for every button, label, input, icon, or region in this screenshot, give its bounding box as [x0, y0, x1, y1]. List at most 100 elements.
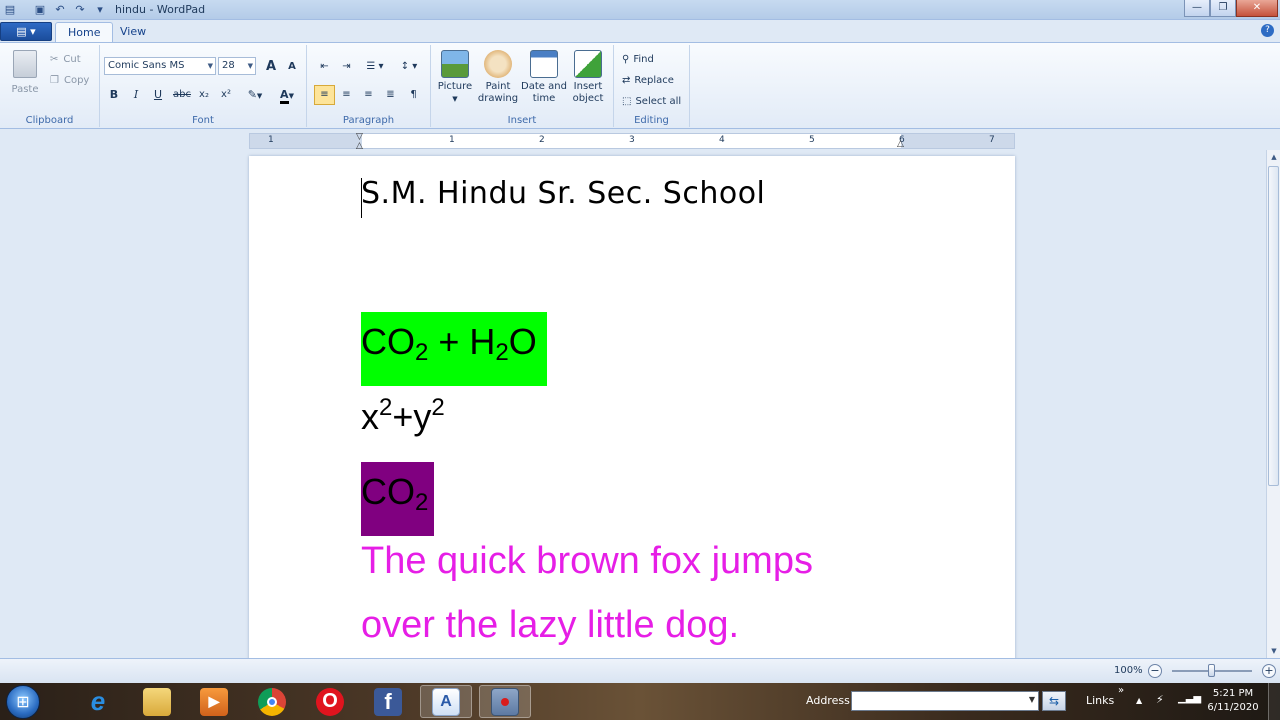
scissors-icon: ✂ — [50, 53, 59, 65]
date-time-button[interactable]: Date and time — [521, 50, 567, 105]
taskbar-facebook[interactable]: f — [362, 685, 414, 718]
paint-label-line1: Paint — [485, 81, 511, 92]
picture-button[interactable]: Picture ▼ — [432, 50, 478, 105]
increase-indent-button[interactable]: ⇥ — [336, 57, 357, 77]
grow-font-button[interactable]: A — [261, 57, 281, 77]
start-button[interactable]: ⊞ — [6, 685, 40, 719]
taskbar-file-explorer[interactable] — [131, 685, 183, 718]
align-left-button[interactable]: ≡ — [314, 85, 335, 105]
zoom-out-button[interactable]: − — [1148, 664, 1162, 678]
highlight-button[interactable]: ✎▼ — [240, 85, 270, 105]
shrink-font-button[interactable]: A — [282, 57, 302, 77]
equation-co2-h2o[interactable]: CO2 + H2O — [361, 312, 547, 386]
underline-button[interactable]: U — [148, 85, 168, 105]
window-title: hindu - WordPad — [115, 3, 206, 16]
justify-button[interactable]: ≣ — [380, 85, 401, 105]
links-chevron-icon[interactable]: » — [1118, 685, 1124, 696]
taskbar-wordpad[interactable]: A — [420, 685, 472, 718]
taskbar-chrome[interactable] — [246, 685, 298, 718]
superscript-button[interactable]: x² — [216, 85, 236, 105]
cut-button[interactable]: ✂ Cut — [50, 50, 81, 68]
address-input[interactable]: ▼ — [851, 691, 1039, 711]
taskbar-opera[interactable]: O — [304, 685, 356, 718]
select-all-label: Select all — [635, 95, 682, 107]
line-spacing-button[interactable]: ↕ ▾ — [394, 57, 424, 77]
insert-group-label: Insert — [507, 115, 537, 126]
decrease-indent-button[interactable]: ⇤ — [314, 57, 335, 77]
scroll-thumb[interactable] — [1268, 166, 1279, 486]
align-right-icon: ≡ — [364, 89, 373, 100]
show-hidden-icons-button[interactable]: ▲ — [1136, 696, 1142, 705]
grow-font-icon: A — [265, 59, 277, 74]
customize-quick-access-icon[interactable]: ▾ — [93, 3, 107, 17]
page[interactable]: S.M. Hindu Sr. Sec. School CO2 + H2O x2+… — [249, 156, 1015, 658]
chevron-down-icon: ▼ — [247, 62, 253, 70]
italic-button[interactable]: I — [126, 85, 146, 105]
paragraph-settings-button[interactable]: ¶ — [403, 85, 424, 105]
replace-button[interactable]: ⇄ Replace — [622, 71, 674, 89]
ruler-number: 4 — [719, 135, 725, 145]
zoom-slider-thumb[interactable] — [1208, 664, 1215, 677]
close-button[interactable]: ✕ — [1236, 0, 1278, 17]
help-icon[interactable]: ? — [1261, 24, 1274, 37]
minimize-button[interactable]: — — [1184, 0, 1210, 17]
equation-co2[interactable]: CO2 — [361, 462, 435, 536]
windows-logo-icon: ⊞ — [16, 692, 30, 711]
taskbar-internet-explorer[interactable]: e — [72, 685, 124, 718]
bold-button[interactable]: B — [104, 85, 124, 105]
select-all-button[interactable]: ⬚ Select all — [622, 92, 681, 110]
paste-button[interactable]: Paste — [8, 50, 42, 95]
editing-group: ⚲ Find ⇄ Replace ⬚ Select all Editing — [614, 45, 690, 127]
insert-object-button[interactable]: Insert object — [565, 50, 611, 105]
font-color-button[interactable]: A▼ — [272, 85, 302, 105]
sentence-line-1[interactable]: The quick brown fox jumps — [361, 540, 813, 583]
font-family-select[interactable]: Comic Sans MS ▼ — [104, 57, 216, 75]
eq2-y-sup: 2 — [431, 394, 445, 421]
sentence-line-2[interactable]: over the lazy little dog. — [361, 604, 739, 647]
ruler[interactable]: 1 1 2 3 4 5 6 7 ▽ △ △ — [249, 132, 1015, 151]
align-right-button[interactable]: ≡ — [358, 85, 379, 105]
paint-drawing-button[interactable]: Paint drawing — [475, 50, 521, 105]
undo-icon[interactable]: ↶ — [53, 3, 67, 17]
document-area[interactable]: S.M. Hindu Sr. Sec. School CO2 + H2O x2+… — [0, 150, 1266, 658]
font-size-select[interactable]: 28 ▼ — [218, 57, 256, 75]
paste-label: Paste — [11, 84, 39, 95]
network-cable-icon[interactable]: ⚡ — [1156, 693, 1164, 706]
tab-view[interactable]: View — [108, 22, 158, 42]
eq2-x-sup: 2 — [379, 394, 393, 421]
address-go-button[interactable]: ⇆ — [1042, 691, 1066, 711]
clock[interactable]: 5:21 PM 6/11/2020 — [1202, 687, 1264, 715]
vertical-scrollbar[interactable]: ▲ ▼ — [1266, 150, 1280, 658]
links-label[interactable]: Links — [1086, 694, 1114, 707]
find-button[interactable]: ⚲ Find — [622, 50, 654, 68]
align-center-button[interactable]: ≡ — [336, 85, 357, 105]
show-desktop-button[interactable] — [1268, 683, 1280, 720]
calendar-icon — [530, 50, 558, 78]
zoom-in-button[interactable]: + — [1262, 664, 1276, 678]
save-icon[interactable]: ▣ — [33, 3, 47, 17]
replace-label: Replace — [634, 74, 674, 86]
tab-home[interactable]: Home — [55, 22, 114, 42]
taskbar-save-app[interactable] — [479, 685, 531, 718]
object-label-line2: object — [572, 93, 604, 104]
taskbar-media-player[interactable]: ▶ — [188, 685, 240, 718]
app-menu-button[interactable]: ▤ ▾ — [0, 22, 52, 41]
subscript-button[interactable]: x₂ — [194, 85, 214, 105]
school-heading[interactable]: S.M. Hindu Sr. Sec. School — [361, 176, 765, 218]
bullets-button[interactable]: ☰ ▾ — [359, 57, 391, 77]
right-indent-marker[interactable]: △ — [897, 139, 904, 149]
copy-button[interactable]: ❐ Copy — [50, 71, 89, 89]
clipboard-icon — [13, 50, 37, 78]
font-color-icon: A — [280, 88, 289, 104]
facebook-icon: f — [374, 687, 402, 716]
equation-x2-y2[interactable]: x2+y2 — [361, 394, 445, 438]
chevron-down-icon: ▼ — [452, 95, 458, 103]
scroll-up-icon[interactable]: ▲ — [1267, 150, 1280, 164]
redo-icon[interactable]: ↷ — [73, 3, 87, 17]
scroll-down-icon[interactable]: ▼ — [1267, 644, 1280, 658]
paragraph-group: ⇤ ⇥ ☰ ▾ ↕ ▾ ≡ ≡ ≡ ≣ ¶ Paragraph — [307, 45, 431, 127]
maximize-button[interactable]: ❐ — [1210, 0, 1236, 17]
signal-bars-icon[interactable]: ▁▃▅ — [1178, 693, 1201, 704]
title-bar: ▤ ▣ ↶ ↷ ▾ hindu - WordPad — ❐ ✕ — [0, 0, 1280, 20]
strikethrough-button[interactable]: abc — [170, 85, 194, 105]
